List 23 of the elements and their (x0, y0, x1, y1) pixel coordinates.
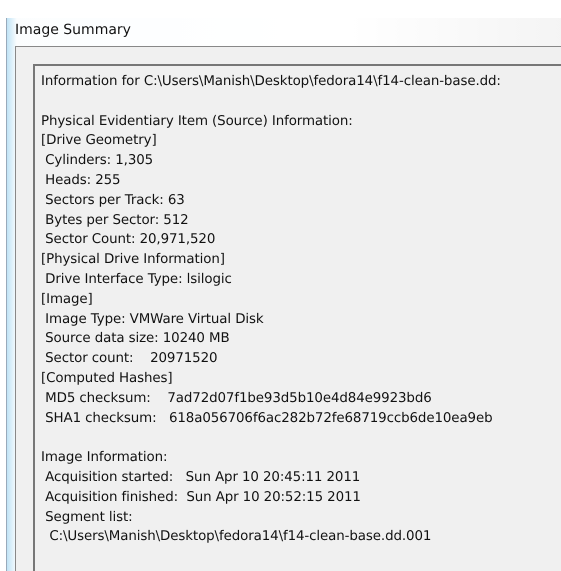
summary-line: Heads: 255 (44, 172, 122, 190)
summary-line: Sector Count: 20,971,520 (44, 231, 216, 250)
summary-line: Acquisition started: Sun Apr 10 20:45:11 2011 (44, 468, 362, 487)
summary-line: [Image] (41, 290, 94, 309)
summary-line: Segment list: (44, 508, 134, 527)
summary-line: C:\Users\Manish\Desktop\fedora14\f14-clean-base.dd.001 (48, 528, 432, 546)
summary-line: Image Information: (41, 449, 168, 468)
summary-line: Source data size: 10240 MB (44, 330, 231, 348)
summary-line: MD5 checksum: 7ad72d07f1be93d5b10e4d84e9923bd6 (44, 390, 433, 408)
summary-line: Sectors per Track: 63 (44, 192, 186, 210)
summary-line: Image Type: VMWare Virtual Disk (44, 310, 265, 329)
summary-line: Sector count: 20971520 (44, 350, 218, 368)
summary-line: [Computed Hashes] (41, 370, 174, 388)
summary-line: SHA1 checksum: 618a056706f6ac282b72fe68719ccb6de10ea9eb (44, 410, 494, 428)
summary-line: Bytes per Sector: 512 (44, 212, 190, 230)
summary-line: [Drive Geometry] (41, 132, 158, 150)
summary-line: Cylinders: 1,305 (44, 152, 154, 170)
window-title: Image Summary (14, 21, 132, 40)
summary-line: [Physical Drive Information] (41, 251, 226, 270)
summary-line: Information for C:\Users\Manish\Desktop\fedora14\f14-clean-base.dd: (41, 73, 502, 91)
summary-line: Drive Interface Type: lsilogic (44, 270, 233, 289)
summary-line: Acquisition finished: Sun Apr 10 20:52:15 2011 (44, 488, 362, 507)
summary-line: Physical Evidentiary Item (Source) Information: (41, 112, 354, 131)
